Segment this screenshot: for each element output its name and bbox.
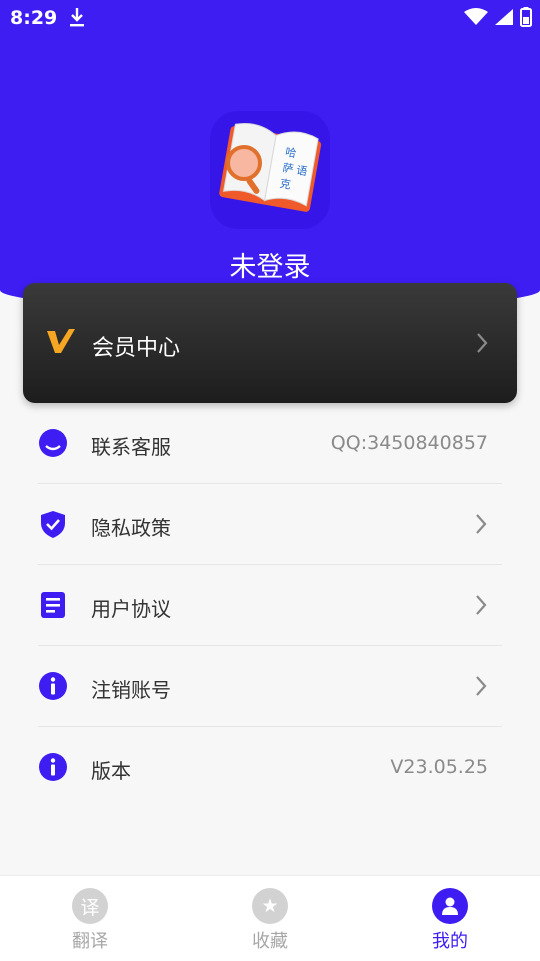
- chevron-right-icon: [474, 674, 488, 702]
- svg-text:哈: 哈: [284, 145, 297, 160]
- menu-label: 注销账号: [91, 678, 171, 702]
- svg-text:语: 语: [295, 164, 308, 179]
- wifi-icon: [464, 8, 488, 31]
- menu-item-contact-support[interactable]: 联系客服 QQ:3450840857: [38, 403, 502, 484]
- menu-label: 隐私政策: [91, 516, 171, 540]
- chevron-right-icon: [475, 331, 489, 359]
- login-status-name[interactable]: 未登录: [0, 245, 540, 284]
- menu-item-privacy-policy[interactable]: 隐私政策: [38, 484, 502, 565]
- status-time: 8:29: [10, 7, 58, 29]
- menu-label: 联系客服: [91, 435, 171, 459]
- download-icon: [68, 6, 86, 33]
- info-icon: [38, 671, 68, 701]
- svg-text:克: 克: [279, 177, 292, 192]
- headset-icon: [38, 428, 68, 458]
- vip-center-label: 会员中心: [92, 336, 181, 361]
- document-icon: [38, 590, 68, 620]
- shield-check-icon: [38, 509, 68, 539]
- star-icon: ★: [252, 888, 288, 924]
- battery-icon: [520, 7, 532, 32]
- menu-item-delete-account[interactable]: 注销账号: [38, 646, 502, 727]
- app-logo: 哈 萨 克 语: [210, 111, 330, 229]
- bottom-tab-bar: 译 翻译 ★ 收藏 我的: [0, 875, 540, 961]
- chevron-right-icon: [474, 593, 488, 621]
- svg-text:萨: 萨: [281, 161, 294, 176]
- menu-label: 用户协议: [91, 597, 171, 621]
- chevron-right-icon: [474, 512, 488, 540]
- status-bar: 8:29: [0, 0, 540, 36]
- signal-icon: [494, 8, 514, 31]
- menu-label: 版本: [91, 759, 131, 783]
- vip-center-card[interactable]: 会员中心: [23, 283, 517, 403]
- user-icon: [432, 888, 468, 924]
- menu-item-version: 版本 V23.05.25: [38, 727, 502, 807]
- tab-mine[interactable]: 我的: [360, 876, 540, 961]
- tab-label: 收藏: [252, 931, 288, 952]
- tab-label: 翻译: [72, 931, 108, 952]
- settings-menu: 联系客服 QQ:3450840857 隐私政策 用户协议 注销账号 版本 V23…: [0, 403, 540, 807]
- tab-label: 我的: [432, 931, 468, 952]
- contact-qq-value: QQ:3450840857: [330, 432, 488, 454]
- tab-favorites[interactable]: ★ 收藏: [180, 876, 360, 961]
- menu-item-user-agreement[interactable]: 用户协议: [38, 565, 502, 646]
- info-icon: [38, 752, 68, 782]
- tab-translate[interactable]: 译 翻译: [0, 876, 180, 961]
- vip-badge-icon: [45, 327, 77, 359]
- translate-icon: 译: [72, 888, 108, 924]
- version-value: V23.05.25: [390, 756, 488, 778]
